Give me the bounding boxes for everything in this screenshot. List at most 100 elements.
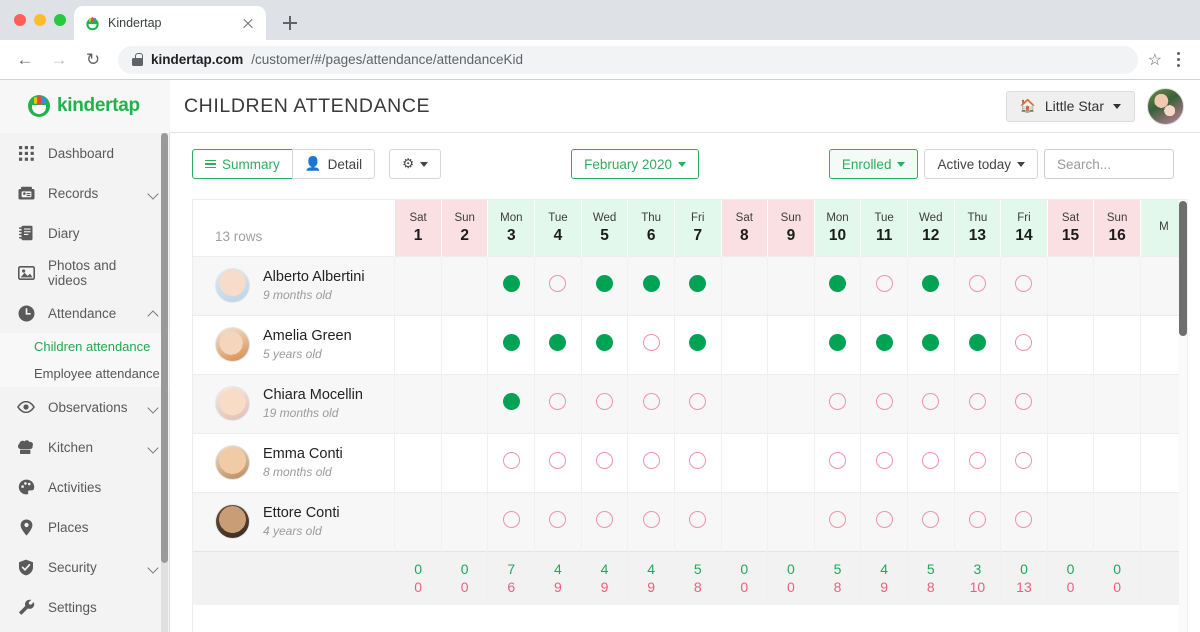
attendance-absent-icon[interactable]: [596, 511, 613, 528]
attendance-absent-icon[interactable]: [689, 511, 706, 528]
table-row[interactable]: Emma Conti8 months old: [193, 433, 1187, 492]
attendance-absent-icon[interactable]: [876, 511, 893, 528]
attendance-cell[interactable]: [1094, 374, 1141, 433]
attendance-cell[interactable]: [441, 256, 488, 315]
attendance-absent-icon[interactable]: [876, 452, 893, 469]
attendance-absent-icon[interactable]: [1015, 393, 1032, 410]
attendance-cell[interactable]: [674, 492, 721, 551]
attendance-present-icon[interactable]: [549, 334, 566, 351]
attendance-cell[interactable]: [861, 492, 908, 551]
attendance-cell[interactable]: [1094, 315, 1141, 374]
new-tab-button[interactable]: [276, 9, 304, 37]
attendance-cell[interactable]: [395, 492, 442, 551]
attendance-cell[interactable]: [628, 374, 675, 433]
attendance-cell[interactable]: [395, 433, 442, 492]
attendance-absent-icon[interactable]: [549, 452, 566, 469]
attendance-absent-icon[interactable]: [969, 393, 986, 410]
table-row[interactable]: Alberto Albertini9 months old: [193, 256, 1187, 315]
attendance-present-icon[interactable]: [829, 334, 846, 351]
minimize-window-button[interactable]: [34, 14, 46, 26]
attendance-cell[interactable]: [721, 315, 768, 374]
attendance-cell[interactable]: [674, 374, 721, 433]
chevron-up-icon[interactable]: [148, 308, 159, 319]
sidebar-scrollbar-thumb[interactable]: [161, 133, 168, 563]
child-cell[interactable]: Amelia Green5 years old: [193, 315, 395, 374]
attendance-cell[interactable]: [1047, 492, 1094, 551]
attendance-cell[interactable]: [954, 433, 1001, 492]
attendance-cell[interactable]: [1001, 492, 1048, 551]
attendance-absent-icon[interactable]: [922, 393, 939, 410]
attendance-absent-icon[interactable]: [922, 452, 939, 469]
attendance-absent-icon[interactable]: [969, 511, 986, 528]
bookmark-star-icon[interactable]: ☆: [1148, 50, 1162, 70]
attendance-cell[interactable]: [395, 256, 442, 315]
attendance-present-icon[interactable]: [596, 275, 613, 292]
attendance-cell[interactable]: [535, 374, 582, 433]
child-cell[interactable]: Ettore Conti4 years old: [193, 492, 395, 551]
attendance-present-icon[interactable]: [922, 334, 939, 351]
child-cell[interactable]: Emma Conti8 months old: [193, 433, 395, 492]
attendance-cell[interactable]: [861, 433, 908, 492]
attendance-cell[interactable]: [861, 374, 908, 433]
attendance-present-icon[interactable]: [503, 275, 520, 292]
attendance-cell[interactable]: [488, 256, 535, 315]
attendance-cell[interactable]: [861, 315, 908, 374]
attendance-cell[interactable]: [814, 433, 861, 492]
sidebar-item-places[interactable]: Places: [0, 507, 169, 547]
attendance-cell[interactable]: [1094, 433, 1141, 492]
attendance-absent-icon[interactable]: [1015, 452, 1032, 469]
forward-button[interactable]: →: [44, 45, 74, 75]
app-logo[interactable]: kindertap: [0, 80, 170, 133]
attendance-cell[interactable]: [581, 374, 628, 433]
attendance-cell[interactable]: [674, 433, 721, 492]
attendance-cell[interactable]: [628, 492, 675, 551]
chevron-down-icon[interactable]: [148, 442, 159, 453]
attendance-cell[interactable]: [1047, 315, 1094, 374]
attendance-cell[interactable]: [441, 374, 488, 433]
attendance-absent-icon[interactable]: [876, 275, 893, 292]
attendance-cell[interactable]: [954, 256, 1001, 315]
attendance-cell[interactable]: [721, 256, 768, 315]
attendance-cell[interactable]: [1047, 374, 1094, 433]
attendance-absent-icon[interactable]: [643, 511, 660, 528]
sidebar-item-children-attendance[interactable]: Children attendance: [0, 333, 169, 360]
attendance-cell[interactable]: [907, 492, 954, 551]
attendance-cell[interactable]: [768, 374, 815, 433]
attendance-cell[interactable]: [721, 433, 768, 492]
browser-menu-icon[interactable]: [1166, 48, 1190, 72]
table-scrollbar-thumb[interactable]: [1179, 201, 1187, 336]
attendance-cell[interactable]: [907, 256, 954, 315]
maximize-window-button[interactable]: [54, 14, 66, 26]
attendance-absent-icon[interactable]: [1015, 275, 1032, 292]
attendance-absent-icon[interactable]: [1015, 334, 1032, 351]
attendance-cell[interactable]: [1001, 315, 1048, 374]
attendance-cell[interactable]: [535, 315, 582, 374]
attendance-cell[interactable]: [954, 492, 1001, 551]
attendance-cell[interactable]: [907, 315, 954, 374]
attendance-cell[interactable]: [1001, 256, 1048, 315]
attendance-present-icon[interactable]: [643, 275, 660, 292]
attendance-present-icon[interactable]: [689, 275, 706, 292]
chevron-down-icon[interactable]: [148, 402, 159, 413]
attendance-cell[interactable]: [581, 256, 628, 315]
attendance-cell[interactable]: [628, 433, 675, 492]
attendance-absent-icon[interactable]: [829, 393, 846, 410]
sidebar-item-attendance[interactable]: Attendance: [0, 293, 169, 333]
attendance-absent-icon[interactable]: [643, 334, 660, 351]
attendance-cell[interactable]: [628, 256, 675, 315]
attendance-cell[interactable]: [1001, 433, 1048, 492]
sidebar-item-dashboard[interactable]: Dashboard: [0, 133, 169, 173]
attendance-cell[interactable]: [395, 315, 442, 374]
attendance-present-icon[interactable]: [829, 275, 846, 292]
attendance-cell[interactable]: [488, 374, 535, 433]
attendance-absent-icon[interactable]: [549, 275, 566, 292]
active-today-filter[interactable]: Active today: [924, 149, 1038, 179]
attendance-present-icon[interactable]: [596, 334, 613, 351]
sidebar-item-records[interactable]: Records: [0, 173, 169, 213]
attendance-cell[interactable]: [721, 492, 768, 551]
attendance-absent-icon[interactable]: [503, 511, 520, 528]
table-row[interactable]: Amelia Green5 years old: [193, 315, 1187, 374]
browser-tab[interactable]: Kindertap: [74, 6, 266, 40]
attendance-present-icon[interactable]: [503, 334, 520, 351]
attendance-cell[interactable]: [395, 374, 442, 433]
